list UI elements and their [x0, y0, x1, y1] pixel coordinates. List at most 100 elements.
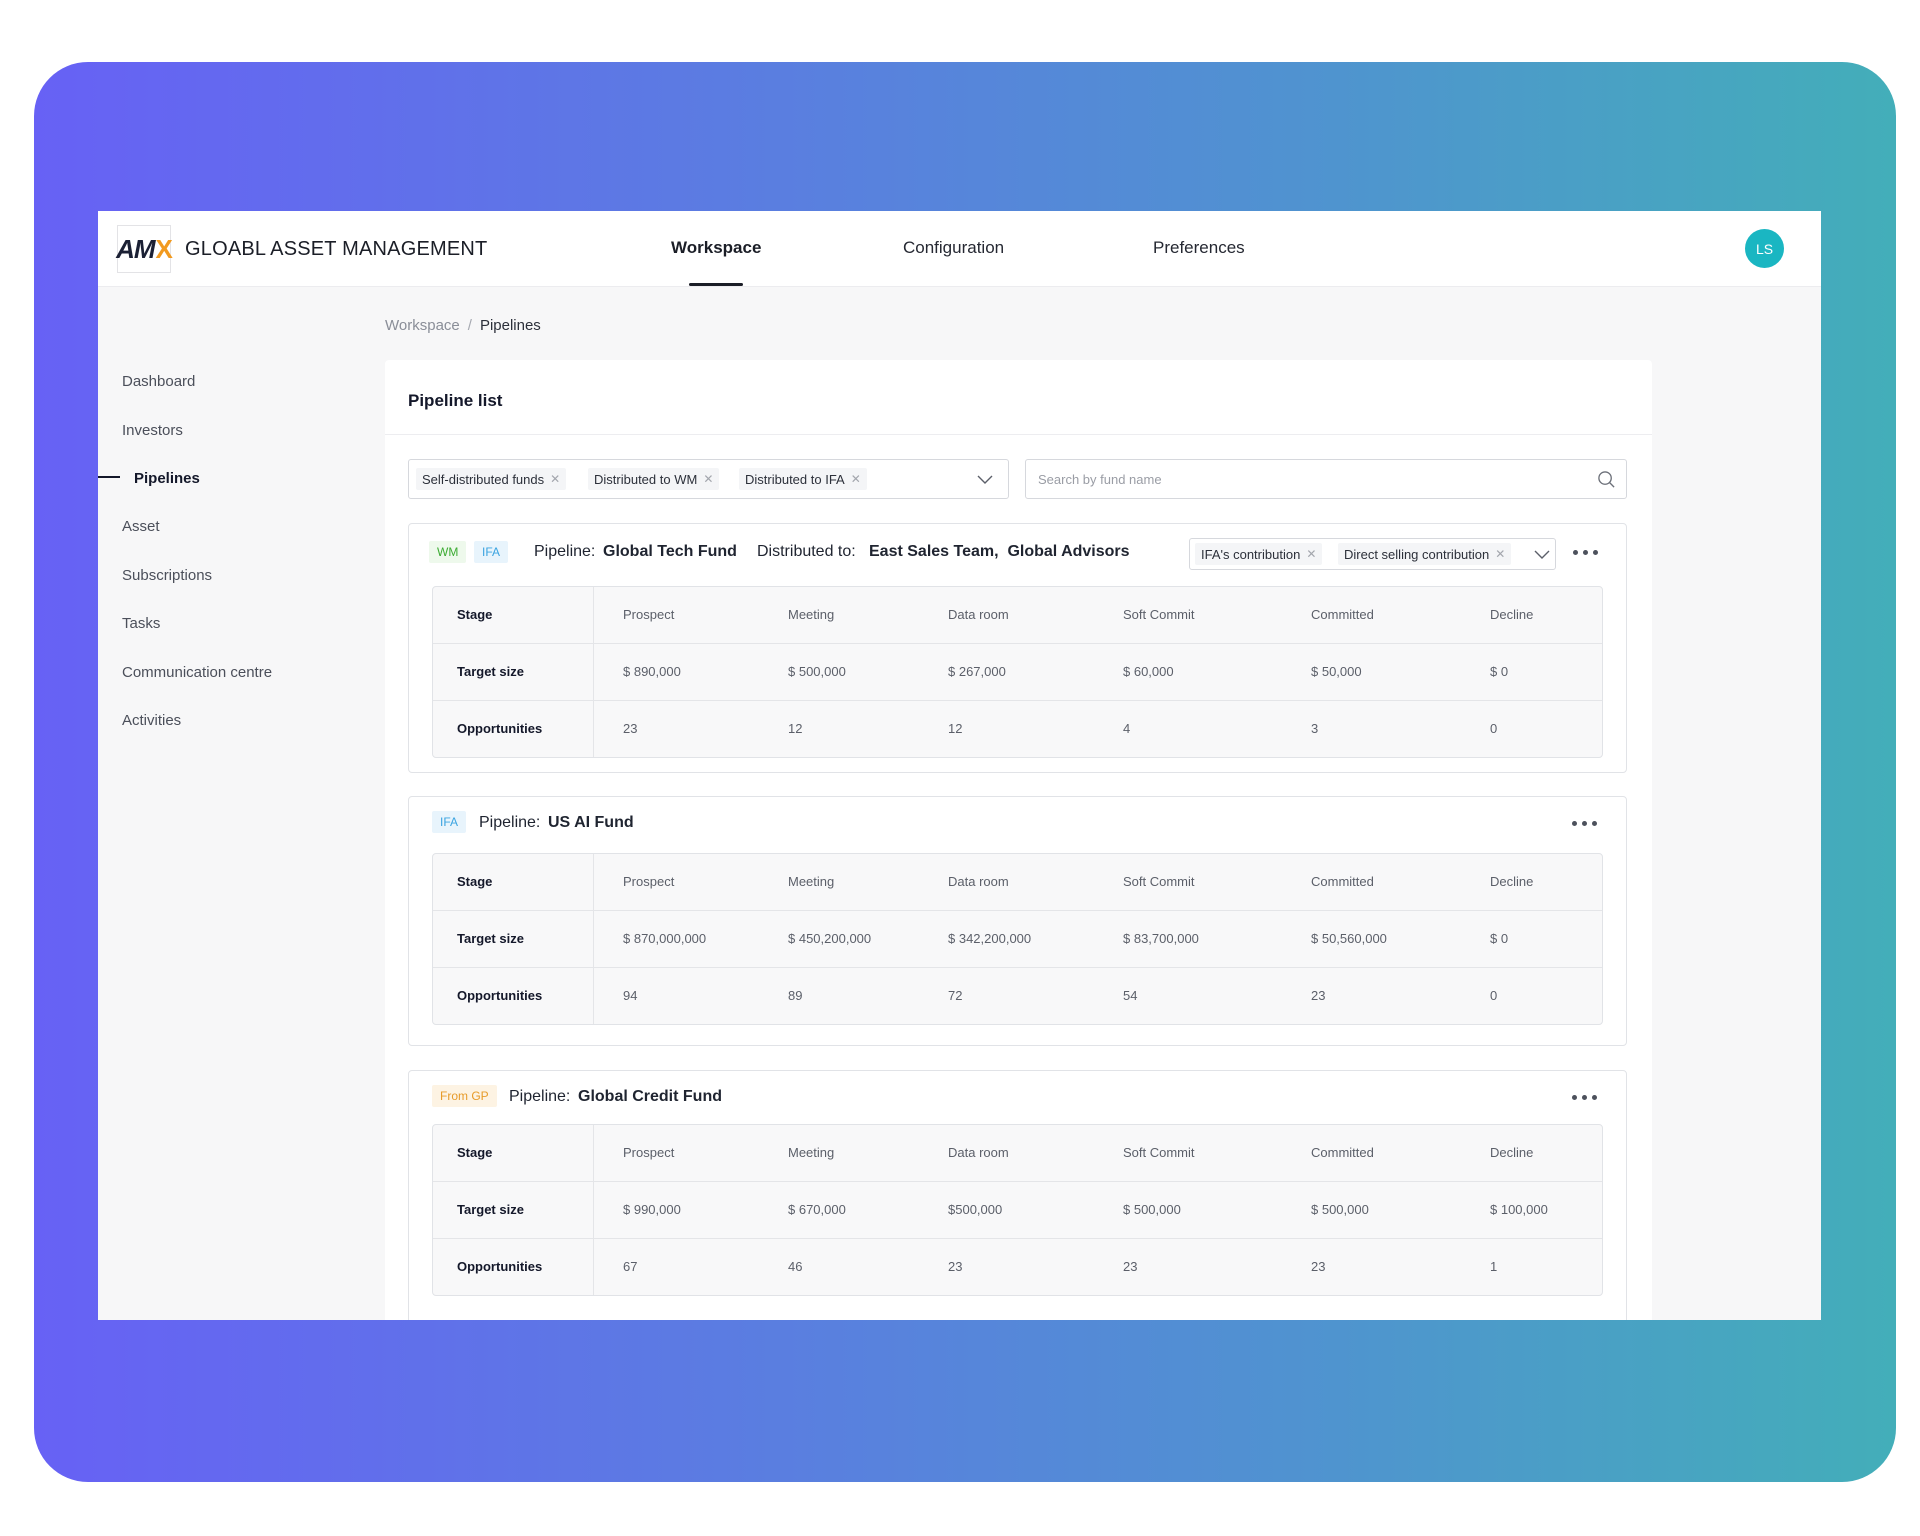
sidebar-item-pipelines[interactable]: Pipelines — [134, 470, 200, 487]
table-row-header: Stage — [457, 874, 493, 889]
page-title: Pipeline list — [408, 391, 503, 410]
table-cell: $500,000 — [948, 1202, 1003, 1217]
close-icon[interactable]: ✕ — [851, 472, 861, 486]
column-header: Soft Commit — [1123, 607, 1195, 622]
table-cell: 12 — [948, 721, 963, 736]
pipeline-name[interactable]: Global Credit Fund — [578, 1088, 722, 1106]
breadcrumb: Workspace / Pipelines — [385, 317, 541, 334]
column-header: Decline — [1490, 874, 1534, 889]
close-icon[interactable]: ✕ — [1495, 547, 1505, 561]
sidebar-item-communication-centre[interactable]: Communication centre — [122, 664, 272, 681]
logo-text: AM — [116, 233, 155, 264]
table-cell: 3 — [1311, 721, 1319, 736]
column-header: Data room — [948, 1145, 1009, 1160]
table-cell: $ 100,000 — [1490, 1202, 1548, 1217]
table-cell: 46 — [788, 1259, 803, 1274]
column-header: Data room — [948, 607, 1009, 622]
close-icon[interactable]: ✕ — [1306, 547, 1316, 561]
chevron-down-icon[interactable] — [1534, 550, 1550, 560]
contribution-chip[interactable]: IFA's contribution ✕ — [1195, 543, 1323, 565]
column-divider — [593, 854, 594, 1024]
sidebar-item-dashboard[interactable]: Dashboard — [122, 373, 195, 390]
column-divider — [593, 587, 594, 757]
contribution-chip-label: Direct selling contribution — [1344, 546, 1490, 562]
table-row-header: Stage — [457, 607, 493, 622]
filter-chip[interactable]: Distributed to WM ✕ — [588, 468, 720, 490]
pipeline-label: Pipeline: — [534, 543, 596, 560]
table-cell: 0 — [1490, 721, 1498, 736]
tab-preferences[interactable]: Preferences — [1153, 238, 1245, 258]
breadcrumb-pipelines: Pipelines — [479, 317, 541, 334]
table-cell: $ 342,200,000 — [948, 931, 1032, 946]
sidebar-item-subscriptions[interactable]: Subscriptions — [122, 567, 212, 584]
filter-chip[interactable]: Distributed to IFA ✕ — [739, 468, 867, 490]
filter-chip-label: Self-distributed funds — [422, 471, 545, 487]
sidebar-item-asset[interactable]: Asset — [122, 518, 160, 535]
company-logo[interactable]: AM X — [116, 225, 173, 273]
brand-name: GLOABL ASSET MANAGEMENT — [185, 238, 488, 260]
pipeline-name[interactable]: Global Tech Fund — [603, 543, 737, 561]
contribution-chip[interactable]: Direct selling contribution ✕ — [1338, 543, 1512, 565]
more-options-icon[interactable] — [1572, 1094, 1600, 1102]
table-cell: 23 — [1311, 1259, 1326, 1274]
tag-ifa: IFA — [432, 811, 467, 833]
table-cell: 23 — [948, 1259, 963, 1274]
column-header: Decline — [1490, 1145, 1534, 1160]
table-cell: $ 0 — [1490, 931, 1509, 946]
app-window: AM X GLOABL ASSET MANAGEMENT Workspace Co… — [98, 211, 1821, 1320]
column-header: Meeting — [788, 1145, 835, 1160]
sidebar-item-tasks[interactable]: Tasks — [122, 615, 160, 632]
table-row-header: Target size — [457, 1202, 524, 1217]
contribution-select[interactable]: IFA's contribution ✕ Direct selling contr… — [1189, 538, 1556, 570]
fund-search — [1025, 459, 1627, 499]
close-icon[interactable]: ✕ — [703, 472, 713, 486]
table-cell: 4 — [1123, 721, 1131, 736]
close-icon[interactable]: ✕ — [550, 472, 560, 486]
column-header: Committed — [1311, 1145, 1374, 1160]
table-cell: 89 — [788, 988, 803, 1003]
table-row-header: Stage — [457, 1145, 493, 1160]
column-header: Soft Commit — [1123, 1145, 1195, 1160]
user-avatar[interactable]: LS — [1745, 229, 1784, 268]
more-options-icon[interactable] — [1573, 549, 1601, 557]
tab-configuration[interactable]: Configuration — [903, 238, 1004, 258]
sidebar-active-indicator — [98, 476, 120, 478]
pipeline-stage-table: Stage Prospect Meeting Data room Soft Co… — [432, 1124, 1603, 1296]
fund-type-filter[interactable]: Self-distributed funds ✕ Distributed to W… — [408, 459, 1009, 499]
tab-workspace[interactable]: Workspace — [671, 238, 761, 258]
sidebar-item-activities[interactable]: Activities — [122, 712, 181, 729]
pipeline-card-global-credit-fund: From GP Pipeline: Global Credit Fund Sta… — [408, 1070, 1627, 1320]
logo-accent: X — [155, 233, 173, 264]
table-row-header: Target size — [457, 931, 524, 946]
pipeline-card-us-ai-fund: IFA Pipeline: US AI Fund Stage Prospect … — [408, 796, 1627, 1046]
search-input[interactable] — [1038, 469, 1578, 489]
title-divider — [385, 434, 1652, 435]
table-cell: 67 — [623, 1259, 638, 1274]
table-cell: 23 — [1311, 988, 1326, 1003]
table-cell: $ 0 — [1490, 664, 1509, 679]
breadcrumb-workspace[interactable]: Workspace — [385, 317, 460, 334]
column-header: Meeting — [788, 874, 835, 889]
table-row-header: Opportunities — [457, 721, 543, 736]
table-cell: 12 — [788, 721, 803, 736]
more-options-icon[interactable] — [1572, 820, 1600, 828]
table-cell: $ 990,000 — [623, 1202, 681, 1217]
table-row: Stage Prospect Meeting Data room Soft Co… — [433, 587, 1602, 644]
search-icon[interactable] — [1597, 470, 1616, 489]
filter-chip-label: Distributed to WM — [594, 471, 698, 487]
breadcrumb-separator: / — [467, 317, 472, 334]
pipeline-name[interactable]: US AI Fund — [548, 814, 634, 832]
pipeline-stage-table: Stage Prospect Meeting Data room Soft Co… — [432, 586, 1603, 758]
table-row: Stage Prospect Meeting Data room Soft Co… — [433, 854, 1602, 911]
table-cell: 72 — [948, 988, 963, 1003]
column-header: Committed — [1311, 607, 1374, 622]
table-cell: $ 83,700,000 — [1123, 931, 1199, 946]
sidebar-item-investors[interactable]: Investors — [122, 422, 183, 439]
tag-ifa: IFA — [474, 541, 509, 563]
contribution-chip-label: IFA's contribution — [1201, 546, 1301, 562]
filter-chip[interactable]: Self-distributed funds ✕ — [416, 468, 567, 490]
table-cell: $ 870,000,000 — [623, 931, 707, 946]
chevron-down-icon[interactable] — [977, 475, 993, 485]
pipeline-stage-table: Stage Prospect Meeting Data room Soft Co… — [432, 853, 1603, 1025]
table-cell: $ 500,000 — [788, 664, 846, 679]
